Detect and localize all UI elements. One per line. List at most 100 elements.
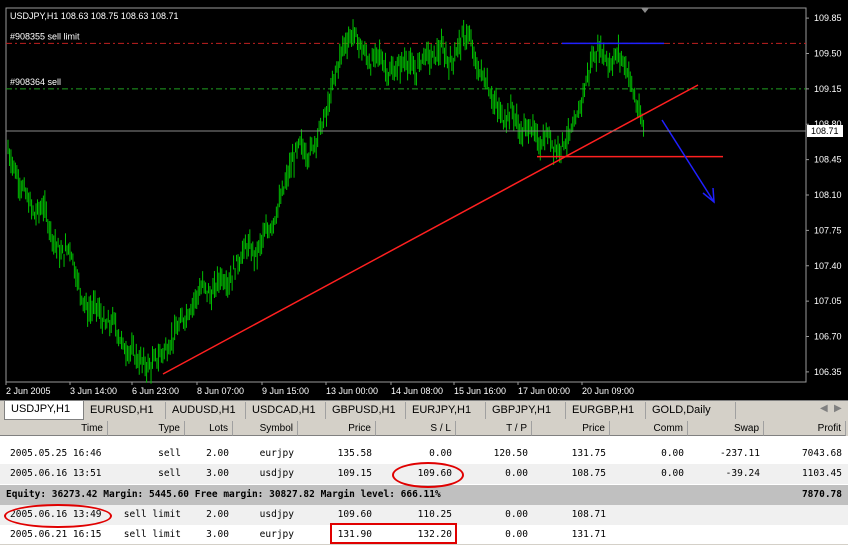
table-cell: eurjpy (259, 448, 294, 459)
table-cell: usdjpy (259, 509, 294, 520)
table-cell: 131.90 (337, 529, 372, 540)
table-cell (764, 505, 846, 525)
chart-tab-usdjpy-h1[interactable]: USDJPY,H1 (4, 401, 84, 420)
column-header-lots[interactable]: Lots (185, 421, 233, 436)
column-header-symbol[interactable]: Symbol (233, 421, 298, 436)
table-cell: 2005.06.16 13:49 (10, 509, 102, 520)
column-header-time[interactable]: Time (0, 421, 108, 436)
chart-tab-audusd-h1[interactable]: AUDUSD,H1 (166, 402, 246, 419)
table-cell: 0.00 (505, 509, 528, 520)
table-cell: 0.00 (505, 529, 528, 540)
x-tick-label: 14 Jun 08:00 (391, 386, 443, 396)
shift-marker-icon[interactable] (641, 8, 649, 13)
chart-tab-eurgbp-h1[interactable]: EURGBP,H1 (566, 402, 646, 419)
total-profit: 7870.78 (801, 489, 842, 500)
table-cell: 2.00 (206, 509, 229, 520)
x-tick-label: 9 Jun 15:00 (262, 386, 309, 396)
y-tick-label: 109.15 (814, 84, 842, 94)
table-cell: 109.60 (417, 468, 452, 479)
chart-tab-eurjpy-h1[interactable]: EURJPY,H1 (406, 402, 486, 419)
trendline[interactable] (162, 84, 699, 375)
x-tick-label: 13 Jun 00:00 (326, 386, 378, 396)
table-cell: sell (158, 448, 181, 459)
table-cell: eurjpy (259, 529, 294, 540)
table-cell: 2005.06.16 13:51 (10, 468, 102, 479)
table-cell: 2005.05.25 16:46 (10, 448, 102, 459)
table-cell: 7043.68 (801, 448, 842, 459)
table-cell: sell (158, 468, 181, 479)
order-line-label: #908364 sell (10, 77, 61, 87)
table-cell: sell limit (123, 529, 181, 540)
terminal-panel: Time Type Lots Symbol Price S / LT / P Price Co… (0, 421, 848, 544)
x-tick-label: 20 Jun 09:00 (582, 386, 634, 396)
table-row[interactable]: 2005.06.21 16:15 sell limit 3.00 eurjpy 131.… (0, 525, 848, 545)
equity-summary-text: Equity: 36273.42 Margin: 5445.60 Free ma… (6, 489, 441, 500)
y-tick-label: 107.75 (814, 225, 842, 235)
table-row[interactable]: 2005.06.16 13:51 sell 3.00 usdjpy 109.15 109.… (0, 464, 848, 484)
table-cell: 2005.06.21 16:15 (10, 529, 102, 540)
y-tick-label: 109.50 (814, 48, 842, 58)
table-row[interactable]: 2005.05.25 16:46 sell 2.00 eurjpy 135.58 0.00… (0, 444, 848, 464)
table-cell: 131.71 (571, 529, 606, 540)
column-header-profit[interactable]: Profit (764, 421, 846, 436)
y-tick-label: 108.10 (814, 190, 842, 200)
x-tick-label: 17 Jun 00:00 (518, 386, 570, 396)
y-tick-label: 107.05 (814, 296, 842, 306)
chart-tab-bar: USDJPY,H1 EURUSD,H1 AUDUSD,H1 USDCAD,H1 GBPU… (0, 400, 848, 421)
forecast-arrowhead (702, 187, 715, 204)
column-header-price[interactable]: Price (532, 421, 610, 436)
x-tick-label: 6 Jun 23:00 (132, 386, 179, 396)
price-chart[interactable]: 109.85 109.50 109.15 108.80 108.45 108.10 107.… (0, 0, 848, 400)
table-cell: 0.00 (505, 468, 528, 479)
x-tick-label: 2 Jun 2005 (6, 386, 51, 396)
chart-tab-gbpjpy-h1[interactable]: GBPJPY,H1 (486, 402, 566, 419)
y-tick-label: 107.40 (814, 261, 842, 271)
price-bars (7, 19, 645, 384)
chart-tab-eurusd-h1[interactable]: EURUSD,H1 (84, 402, 166, 419)
current-price-label: 108.71 (811, 126, 839, 136)
table-cell (688, 505, 764, 525)
table-cell: sell limit (123, 509, 181, 520)
forecast-arrow[interactable] (661, 119, 715, 203)
chart-drawings (162, 42, 723, 375)
table-cell: 0.00 (429, 448, 452, 459)
table-cell (610, 505, 688, 525)
table-cell: 0.00 (661, 468, 684, 479)
table-cell (688, 525, 764, 545)
table-cell: 0.00 (661, 448, 684, 459)
table-cell: 110.25 (417, 509, 452, 520)
table-cell: 3.00 (206, 529, 229, 540)
chart-symbol-label: USDJPY,H1 108.63 108.75 108.63 108.71 (10, 11, 178, 21)
column-header-swap[interactable]: Swap (688, 421, 764, 436)
equity-summary-row: Equity: 36273.42 Margin: 5445.60 Free ma… (0, 485, 848, 505)
column-header-t-p[interactable]: T / P (456, 421, 532, 436)
y-tick-label: 106.70 (814, 332, 842, 342)
table-cell: -39.24 (725, 468, 760, 479)
x-axis-ticks: 2 Jun 2005 3 Jun 14:00 6 Jun 23:00 8 Jun 07… (5, 382, 634, 396)
table-cell: 109.60 (337, 509, 372, 520)
table-cell (764, 525, 846, 545)
tab-scroll-right-icon[interactable]: ▶ (834, 403, 842, 414)
column-header-type[interactable]: Type (108, 421, 185, 436)
chart-tab-gold-daily[interactable]: GOLD,Daily (646, 402, 736, 419)
terminal-header-row: Time Type Lots Symbol Price S / LT / P Price Co… (0, 421, 848, 436)
table-cell (610, 525, 688, 545)
x-tick-label: 15 Jun 16:00 (454, 386, 506, 396)
column-header-price[interactable]: Price (298, 421, 376, 436)
table-row[interactable]: 2005.06.16 13:49 sell limit 2.00 usdjpy 109.… (0, 505, 848, 525)
table-cell: 120.50 (493, 448, 528, 459)
x-tick-label: 8 Jun 07:00 (197, 386, 244, 396)
table-cell: 131.75 (571, 448, 606, 459)
tab-scroll-left-icon[interactable]: ◀ (820, 403, 828, 414)
column-header-s-l[interactable]: S / L (376, 421, 456, 436)
y-tick-label: 109.85 (814, 13, 842, 23)
chart-tab-usdcad-h1[interactable]: USDCAD,H1 (246, 402, 326, 419)
column-header-comm[interactable]: Comm (610, 421, 688, 436)
table-cell: 3.00 (206, 468, 229, 479)
chart-canvas[interactable]: 109.85109.50109.15108.80108.45108.10107.… (0, 0, 848, 400)
x-tick-label: 3 Jun 14:00 (70, 386, 117, 396)
table-cell: 132.20 (417, 529, 452, 540)
y-tick-label: 108.45 (814, 155, 842, 165)
chart-tab-gbpusd-h1[interactable]: GBPUSD,H1 (326, 402, 406, 419)
table-cell: 2.00 (206, 448, 229, 459)
